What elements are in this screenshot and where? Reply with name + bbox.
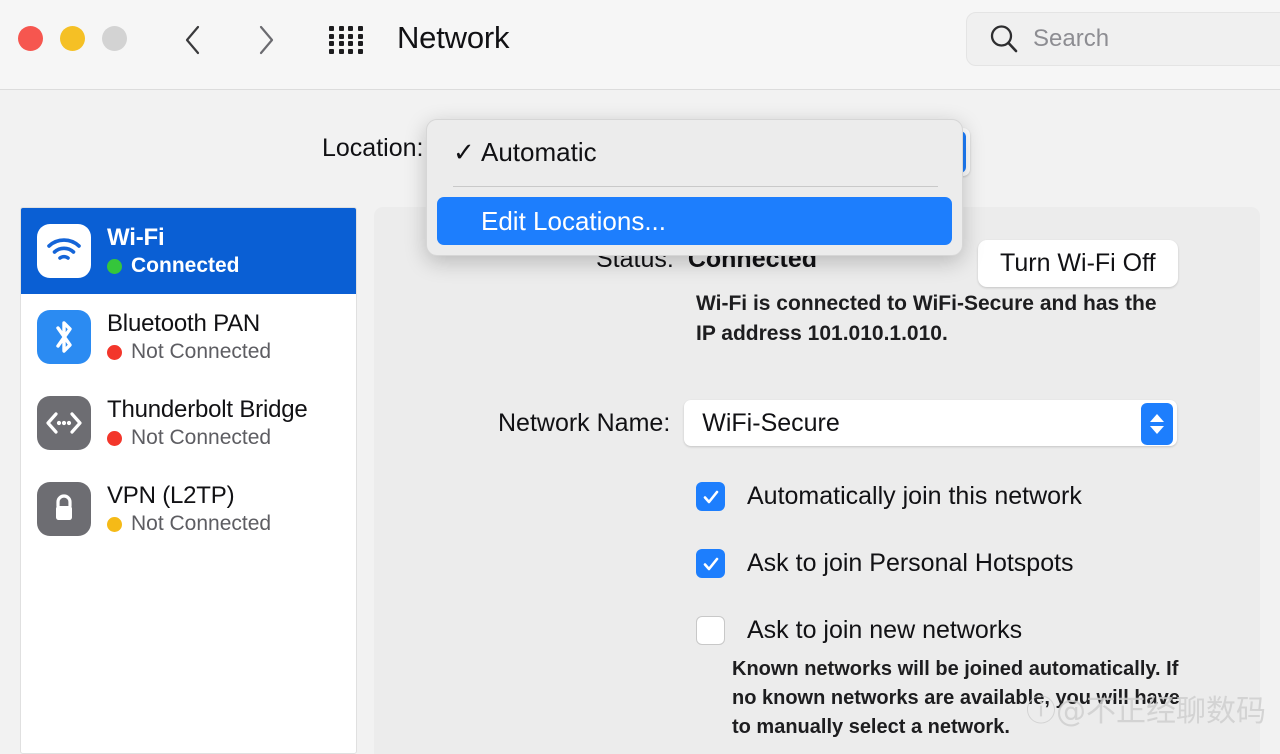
search-placeholder: Search xyxy=(1033,25,1109,53)
menu-separator xyxy=(453,186,938,187)
watermark: ⓘ@不正经聊数码 xyxy=(1026,686,1266,730)
status-dot xyxy=(107,259,122,274)
menu-item-edit-locations[interactable]: Edit Locations... xyxy=(437,197,952,245)
sidebar-item-name: VPN (L2TP) xyxy=(107,482,271,510)
wifi-options-group: Automatically join this network Ask to j… xyxy=(696,482,1082,683)
checkbox-auto-join[interactable] xyxy=(696,482,725,511)
network-name-popup-button[interactable]: WiFi-Secure xyxy=(684,400,1177,446)
grid-apps-icon[interactable] xyxy=(326,24,370,58)
close-button[interactable] xyxy=(18,26,43,51)
network-name-label: Network Name: xyxy=(498,409,670,438)
thunderbolt-bridge-icon xyxy=(37,396,91,450)
sidebar-item-status: Not Connected xyxy=(107,512,271,536)
status-text: Not Connected xyxy=(131,426,271,450)
sidebar-item-bluetooth-pan[interactable]: Bluetooth PAN Not Connected xyxy=(21,294,356,380)
checkbox-label: Ask to join new networks xyxy=(747,616,1022,645)
chevron-right-icon xyxy=(258,25,275,55)
network-preferences-window: Network Search Location: Wi-Fi xyxy=(0,0,1280,754)
status-dot xyxy=(107,345,122,360)
bluetooth-icon xyxy=(37,310,91,364)
sidebar-item-wi-fi[interactable]: Wi-Fi Connected xyxy=(21,208,356,294)
status-dot xyxy=(107,517,122,532)
location-label: Location: xyxy=(322,134,423,163)
sidebar-item-name: Bluetooth PAN xyxy=(107,310,271,338)
status-dot xyxy=(107,431,122,446)
status-description: Wi-Fi is connected to WiFi-Secure and ha… xyxy=(696,289,1176,349)
lock-icon xyxy=(37,482,91,536)
checkbox-personal-hotspots[interactable] xyxy=(696,549,725,578)
sidebar-item-text: Wi-Fi Connected xyxy=(107,224,240,278)
checkbox-row-personal-hotspots[interactable]: Ask to join Personal Hotspots xyxy=(696,549,1082,578)
wifi-icon xyxy=(37,224,91,278)
back-button[interactable] xyxy=(172,18,212,62)
search-input[interactable]: Search xyxy=(966,12,1280,66)
chevron-left-icon xyxy=(184,25,201,55)
title-bar: Network Search xyxy=(0,0,1280,90)
status-text: Not Connected xyxy=(131,512,271,536)
wifi-settings-panel: Status: Connected Turn Wi-Fi Off Wi-Fi i… xyxy=(374,207,1260,754)
status-text: Connected xyxy=(131,254,240,278)
sidebar-item-name: Thunderbolt Bridge xyxy=(107,396,308,424)
menu-item-label: Edit Locations... xyxy=(481,206,666,237)
menu-item-label: Automatic xyxy=(481,137,597,168)
sidebar-item-status: Connected xyxy=(107,254,240,278)
checkbox-label: Automatically join this network xyxy=(747,482,1082,511)
checkbox-new-networks[interactable] xyxy=(696,616,725,645)
network-name-row: Network Name: WiFi-Secure xyxy=(498,400,1177,446)
sidebar-item-name: Wi-Fi xyxy=(107,224,240,252)
sidebar-item-text: Thunderbolt Bridge Not Connected xyxy=(107,396,308,450)
page-title: Network xyxy=(397,20,509,56)
status-text: Not Connected xyxy=(131,340,271,364)
forward-button[interactable] xyxy=(246,18,286,62)
checkbox-row-new-networks[interactable]: Ask to join new networks xyxy=(696,616,1082,645)
sidebar-item-status: Not Connected xyxy=(107,340,271,364)
minimize-button[interactable] xyxy=(60,26,85,51)
checkbox-row-auto-join[interactable]: Automatically join this network xyxy=(696,482,1082,511)
network-name-value: WiFi-Secure xyxy=(702,409,840,438)
menu-item-automatic[interactable]: ✓ Automatic xyxy=(437,128,952,176)
zoom-button[interactable] xyxy=(102,26,127,51)
sidebar-item-vpn-l2tp[interactable]: VPN (L2TP) Not Connected xyxy=(21,466,356,552)
checkmark-icon: ✓ xyxy=(453,137,481,168)
location-dropdown-menu[interactable]: ✓ Automatic Edit Locations... xyxy=(426,119,963,256)
sidebar-item-thunderbolt-bridge[interactable]: Thunderbolt Bridge Not Connected xyxy=(21,380,356,466)
up-down-chevron-icon[interactable] xyxy=(1141,403,1173,445)
sidebar-item-text: VPN (L2TP) Not Connected xyxy=(107,482,271,536)
network-services-list[interactable]: Wi-Fi Connected Bluetooth PAN Not Connec… xyxy=(20,207,357,754)
traffic-lights xyxy=(18,26,127,51)
turn-wifi-off-button[interactable]: Turn Wi-Fi Off xyxy=(978,240,1178,287)
search-icon xyxy=(987,22,1021,56)
sidebar-item-text: Bluetooth PAN Not Connected xyxy=(107,310,271,364)
sidebar-item-status: Not Connected xyxy=(107,426,308,450)
checkbox-label: Ask to join Personal Hotspots xyxy=(747,549,1074,578)
